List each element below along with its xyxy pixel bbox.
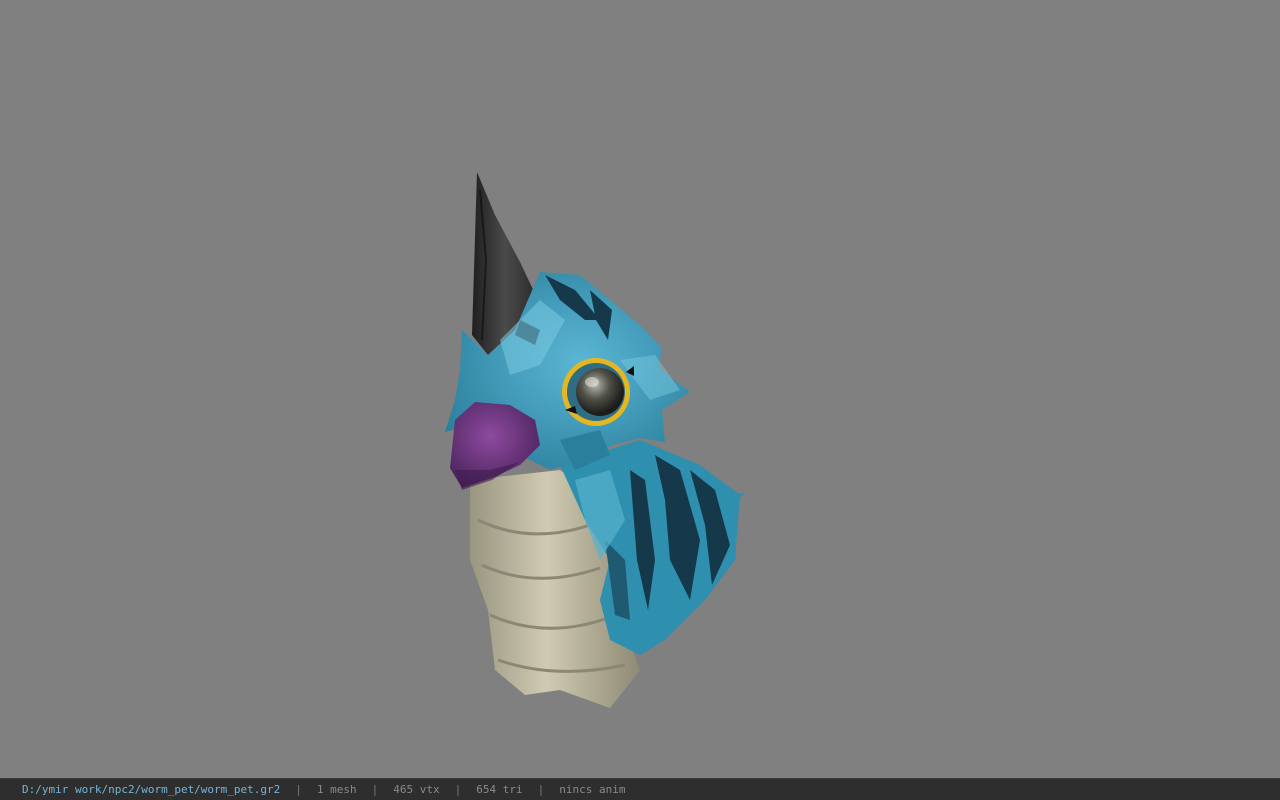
triangle-count-label: 654 tri <box>476 783 523 796</box>
vertex-count-label: 465 vtx <box>393 783 440 796</box>
mesh-count-label: 1 mesh <box>316 783 357 796</box>
status-bar: D:/ymir work/npc2/worm_pet/worm_pet.gr2 … <box>0 778 1280 800</box>
3d-viewport[interactable] <box>0 0 1280 778</box>
eye-glint <box>585 377 599 387</box>
model-render[interactable] <box>0 0 1280 778</box>
status-separator: | <box>295 783 302 796</box>
file-path-label: D:/ymir work/npc2/worm_pet/worm_pet.gr2 <box>22 783 281 796</box>
status-separator: | <box>537 783 545 796</box>
animation-status-label: nincs anim <box>559 783 626 796</box>
eyeball <box>576 368 624 416</box>
status-separator: | <box>454 783 462 796</box>
status-separator: | <box>371 783 379 796</box>
